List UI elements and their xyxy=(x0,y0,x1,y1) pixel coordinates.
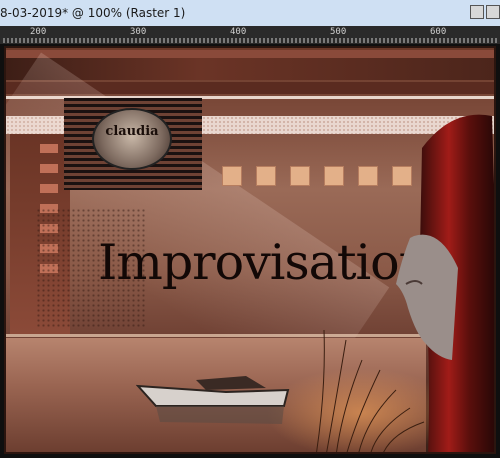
minimize-icon[interactable] xyxy=(470,5,484,19)
image-canvas[interactable]: claudia Improvisation xyxy=(4,46,496,454)
rowboat xyxy=(136,376,290,424)
horizontal-ruler: 200 300 400 500 600 xyxy=(0,26,500,45)
ruler-ticks xyxy=(3,38,497,43)
top-stripe xyxy=(6,50,494,58)
ruler-label-600: 600 xyxy=(430,27,447,37)
headline-text: Improvisation xyxy=(98,234,430,291)
tile xyxy=(290,166,310,186)
watermark-logo: claudia xyxy=(64,98,202,190)
document-title-bar[interactable]: 8-03-2019* @ 100% (Raster 1) xyxy=(0,0,500,27)
woman-portrait xyxy=(396,114,494,452)
tile xyxy=(256,166,276,186)
ruler-label-400: 400 xyxy=(230,27,247,37)
close-icon[interactable] xyxy=(486,5,500,19)
tile xyxy=(222,166,242,186)
ruler-label-500: 500 xyxy=(330,27,347,37)
document-title: 8-03-2019* @ 100% (Raster 1) xyxy=(0,6,186,20)
tile xyxy=(324,166,344,186)
dark-band xyxy=(6,58,494,80)
tile xyxy=(358,166,378,186)
ruler-label-200: 200 xyxy=(30,27,47,37)
logo-text: claudia xyxy=(105,124,159,139)
logo-badge: claudia xyxy=(92,108,172,170)
ruler-label-300: 300 xyxy=(130,27,147,37)
